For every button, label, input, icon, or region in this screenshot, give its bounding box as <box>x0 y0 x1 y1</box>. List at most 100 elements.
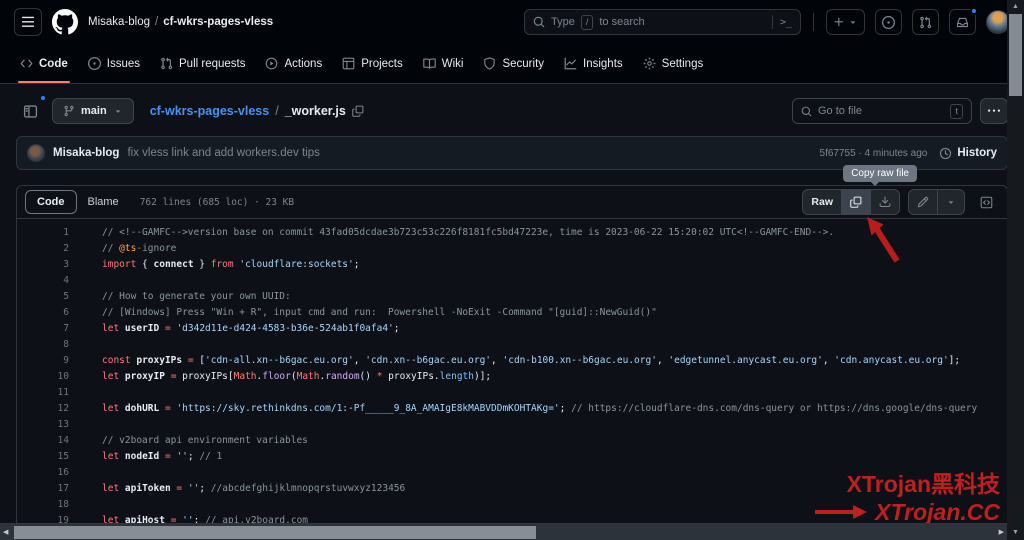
copy-raw-button[interactable] <box>841 190 870 214</box>
scroll-up-arrow[interactable]: ▲ <box>1007 1 1024 13</box>
vertical-scrollbar-thumb[interactable] <box>1009 14 1022 96</box>
symbols-panel-button[interactable] <box>973 189 999 215</box>
file-tree-toggle-button[interactable] <box>16 94 47 125</box>
command-palette-button[interactable]: >_ <box>771 15 792 29</box>
commit-author[interactable]: Misaka-blog <box>53 147 119 159</box>
tab-wiki[interactable]: Wiki <box>413 44 474 83</box>
line-number[interactable]: 11 <box>17 385 69 401</box>
horizontal-scrollbar[interactable]: ◀ ▶ <box>0 523 1007 540</box>
commit-message[interactable]: fix vless link and add workers.dev tips <box>127 147 319 159</box>
chevron-down-icon <box>948 201 954 204</box>
hamburger-menu-button[interactable] <box>14 8 42 36</box>
code-text: // v2board api environment variables <box>102 435 308 446</box>
line-number[interactable]: 5 <box>17 289 69 305</box>
book-icon <box>422 58 436 69</box>
file-tree-notification-dot <box>39 94 47 102</box>
line-number[interactable]: 4 <box>17 273 69 289</box>
file-breadcrumb: cf-wkrs-pages-vless / _worker.js <box>150 104 364 118</box>
download-raw-button[interactable] <box>870 190 899 214</box>
download-icon <box>879 196 891 208</box>
line-number[interactable]: 12 <box>17 401 69 417</box>
copy-path-icon[interactable] <box>352 105 364 117</box>
line-number[interactable]: 15 <box>17 449 69 465</box>
tab-code[interactable]: Code <box>10 44 78 83</box>
chevron-down-icon <box>850 21 856 24</box>
code-text: let userID = 'd342d11e-d424-4583-b36e-52… <box>102 323 400 334</box>
tab-label: Security <box>502 57 545 70</box>
file-name: _worker.js <box>284 104 346 118</box>
pull-requests-header-button[interactable] <box>912 9 939 35</box>
breadcrumb-repo[interactable]: cf-wkrs-pages-vless <box>163 16 273 28</box>
file-stats: 762 lines (685 loc) · 23 KB <box>139 196 295 208</box>
line-number[interactable]: 13 <box>17 417 69 433</box>
more-options-button[interactable] <box>980 98 1008 124</box>
tab-settings[interactable]: Settings <box>633 44 714 83</box>
line-number[interactable]: 10 <box>17 369 69 385</box>
tab-issues[interactable]: Issues <box>78 44 150 83</box>
horizontal-scrollbar-thumb[interactable] <box>14 526 536 539</box>
search-placeholder-suffix: to search <box>599 16 645 28</box>
repo-link[interactable]: cf-wkrs-pages-vless <box>150 104 270 118</box>
line-number[interactable]: 2 <box>17 241 69 257</box>
kebab-horizontal-icon <box>988 109 1000 112</box>
global-search-input[interactable]: Type / to search >_ <box>524 9 801 35</box>
edit-dropdown-button[interactable] <box>937 190 964 214</box>
scroll-down-arrow[interactable]: ▼ <box>1007 527 1024 539</box>
line-number[interactable]: 14 <box>17 433 69 449</box>
history-button[interactable]: History <box>939 147 997 160</box>
pencil-icon <box>917 196 929 208</box>
line-number[interactable]: 7 <box>17 321 69 337</box>
code-text: let apiToken = ''; //abcdefghijklmnopqrs… <box>102 483 406 494</box>
tab-security[interactable]: Security <box>473 44 554 83</box>
raw-button[interactable]: Raw <box>803 190 841 214</box>
code-view-button[interactable]: Code <box>25 190 77 214</box>
line-number[interactable]: 17 <box>17 481 69 497</box>
code-text: import { connect } from 'cloudflare:sock… <box>102 259 360 270</box>
go-to-file-placeholder: Go to file <box>818 105 863 117</box>
tab-projects[interactable]: Projects <box>332 44 413 83</box>
tab-actions[interactable]: Actions <box>255 44 332 83</box>
github-logo[interactable] <box>52 9 78 35</box>
global-header: Misaka-blog / cf-wkrs-pages-vless Type /… <box>0 0 1024 44</box>
branch-selector-button[interactable]: main <box>52 98 134 124</box>
code-line: 14 // v2board api environment variables <box>17 433 1007 449</box>
line-number[interactable]: 9 <box>17 353 69 369</box>
tab-label: Pull requests <box>179 57 246 70</box>
toolbar-actions: Raw <box>802 189 999 215</box>
code-text: // How to generate your own UUID: <box>102 291 291 302</box>
notification-dot <box>970 7 978 15</box>
create-new-button[interactable] <box>826 9 865 35</box>
commit-author-avatar[interactable] <box>27 144 45 162</box>
notifications-button[interactable] <box>949 7 978 35</box>
code-text: const proxyIPs = ['cdn-all.xn--b6gac.eu.… <box>102 355 961 366</box>
code-line: 13 <box>17 417 1007 433</box>
sidebar-panel-icon <box>23 104 37 118</box>
scroll-left-arrow[interactable]: ◀ <box>3 524 8 540</box>
go-to-file-input[interactable]: Go to file t <box>792 98 972 124</box>
breadcrumb-separator: / <box>155 16 159 28</box>
commit-sha-time[interactable]: 5f67755 · 4 minutes ago <box>820 148 928 159</box>
edit-file-button[interactable] <box>909 190 937 214</box>
code-line: 12 let dohURL = 'https://sky.rethinkdns.c… <box>17 401 1007 417</box>
breadcrumb-org[interactable]: Misaka-blog <box>88 16 150 28</box>
line-number[interactable]: 16 <box>17 465 69 481</box>
tab-label: Issues <box>106 57 140 70</box>
repo-nav: Code Issues Pull requests Actions Projec… <box>0 44 1024 84</box>
issue-opened-icon <box>87 57 101 70</box>
line-number[interactable]: 18 <box>17 497 69 513</box>
tab-pull-requests[interactable]: Pull requests <box>150 44 255 83</box>
code-line: 15 let nodeId = ''; // 1 <box>17 449 1007 465</box>
tab-insights[interactable]: Insights <box>554 44 633 83</box>
blame-view-button[interactable]: Blame <box>77 190 130 214</box>
line-number[interactable]: 3 <box>17 257 69 273</box>
issues-header-button[interactable] <box>875 9 902 35</box>
code-line: 6 // [Windows] Press "Win + R", input cmd… <box>17 305 1007 321</box>
vertical-scrollbar[interactable]: ▲ ▼ <box>1007 0 1024 540</box>
code-text: let nodeId = ''; // 1 <box>102 451 223 462</box>
line-number[interactable]: 6 <box>17 305 69 321</box>
scroll-right-arrow[interactable]: ▶ <box>999 524 1004 540</box>
line-number[interactable]: 8 <box>17 337 69 353</box>
line-number[interactable]: 1 <box>17 225 69 241</box>
